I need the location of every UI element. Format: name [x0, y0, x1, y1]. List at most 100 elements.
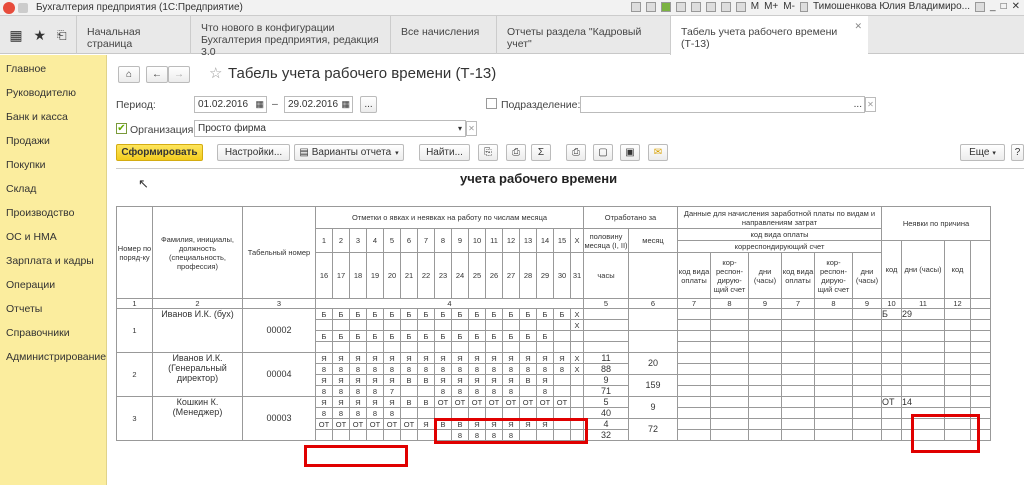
history-icon[interactable] — [690, 1, 701, 12]
payroll-cell — [748, 363, 782, 375]
favorites-icon[interactable] — [660, 1, 671, 12]
close-tab-icon[interactable]: ✕ — [854, 20, 862, 32]
sidebar-item-warehouse[interactable]: Склад — [6, 183, 36, 195]
sidebar-item-bank[interactable]: Банк и касса — [6, 111, 68, 123]
day-mark — [536, 341, 554, 353]
home-button[interactable]: ⌂ — [118, 66, 140, 83]
org-checkbox[interactable]: ✔ — [116, 123, 127, 134]
sidebar-item-assets[interactable]: ОС и НМА — [6, 231, 57, 243]
col-num: 5 — [583, 298, 629, 309]
print-icon[interactable] — [645, 1, 656, 12]
apps-grid-icon[interactable]: ▦ — [9, 27, 22, 44]
link-icon[interactable] — [675, 1, 686, 12]
sidebar-item-admin[interactable]: Администрирование — [6, 351, 106, 363]
payroll-cell — [852, 341, 882, 353]
day-mark — [570, 330, 584, 342]
payroll-cell — [710, 352, 749, 364]
save-icon[interactable]: ▣ — [620, 144, 640, 161]
day-mark: Б — [315, 308, 333, 320]
day-mark: X — [570, 308, 584, 320]
date-from-field[interactable]: 01.02.2016 ▦ — [194, 96, 267, 113]
more-icon[interactable]: ... — [854, 99, 862, 110]
payroll-cell — [852, 374, 882, 386]
settings-button[interactable]: Настройки... — [217, 144, 290, 161]
day-header: 17 — [332, 252, 350, 299]
sidebar-item-main[interactable]: Главное — [6, 63, 46, 75]
sidebar-item-payroll[interactable]: Зарплата и кадры — [6, 255, 94, 267]
sidebar-item-reports[interactable]: Отчеты — [6, 303, 42, 315]
sidebar-item-operations[interactable]: Операции — [6, 279, 55, 291]
day-mark — [468, 319, 486, 331]
clear-icon[interactable]: ✕ — [865, 97, 876, 112]
sidebar-item-directories[interactable]: Справочники — [6, 327, 70, 339]
tab-timesheet[interactable]: Табель учета рабочего времени (Т-13) ✕ — [670, 16, 868, 55]
memory-m-button[interactable]: M — [751, 1, 759, 12]
calculator-icon[interactable] — [720, 1, 731, 12]
print-icon[interactable]: ⎙ — [566, 144, 586, 161]
day-mark: 8 — [349, 385, 367, 397]
day-mark: ОТ — [315, 418, 333, 430]
close-button[interactable]: ✕ — [1012, 1, 1020, 12]
sidebar-item-production[interactable]: Производство — [6, 207, 74, 219]
memory-mplus-button[interactable]: M+ — [764, 1, 778, 12]
memory-mminus-button[interactable]: M- — [783, 1, 795, 12]
back-button[interactable]: ← — [146, 66, 168, 83]
day-mark — [519, 407, 537, 419]
sidebar-item-sales[interactable]: Продажи — [6, 135, 50, 147]
generate-button[interactable]: Сформировать — [116, 144, 203, 161]
absence-code — [881, 330, 902, 342]
variants-icon: ▤ — [299, 147, 309, 158]
maximize-button[interactable]: □ — [1001, 1, 1007, 12]
sidebar-item-purchases[interactable]: Покупки — [6, 159, 46, 171]
favorite-star-icon[interactable]: ☆ — [209, 64, 222, 82]
find-button[interactable]: Найти... — [419, 144, 470, 161]
more-button[interactable]: Еще ▾ — [960, 144, 1005, 161]
payroll-cell — [677, 330, 711, 342]
date-to-field[interactable]: 29.02.2016 ▦ — [284, 96, 353, 113]
day-mark: Б — [383, 308, 401, 320]
calendar-icon[interactable] — [705, 1, 716, 12]
tab-all-accruals[interactable]: Все начисления — [390, 16, 496, 54]
subdivision-field[interactable]: ... — [580, 96, 865, 113]
dropdown-icon[interactable]: ▾ — [458, 124, 462, 133]
minimize-button[interactable]: _ — [990, 1, 996, 12]
calendar-icon[interactable]: ▦ — [341, 99, 350, 110]
day-mark: Б — [400, 308, 418, 320]
period-label: Период: — [116, 99, 156, 111]
notes-icon[interactable] — [735, 1, 746, 12]
paste-icon[interactable]: ⎙ — [506, 144, 526, 161]
sum-icon[interactable]: Σ — [531, 144, 551, 161]
copy-icon[interactable]: ⎘ — [478, 144, 498, 161]
tab-home[interactable]: Начальная страница — [76, 16, 190, 54]
tab-hr-reports[interactable]: Отчеты раздела "Кадровый учет" — [496, 16, 670, 54]
sidebar-item-manager[interactable]: Руководителю — [6, 87, 76, 99]
user-name[interactable]: Тимошенкова Юлия Владимиро... — [813, 1, 970, 12]
day-mark: Я — [553, 352, 571, 364]
menu-icon[interactable] — [18, 2, 28, 13]
subdivision-checkbox[interactable] — [486, 98, 497, 109]
day-mark — [383, 341, 401, 353]
preview-icon[interactable]: ▢ — [593, 144, 613, 161]
star-icon[interactable]: ★ — [34, 27, 47, 44]
calendar-icon[interactable]: ▦ — [255, 99, 264, 110]
save-icon[interactable] — [630, 1, 641, 12]
subdivision-label: Подразделение: — [501, 99, 581, 111]
payroll-cell — [781, 418, 815, 430]
dropdown-icon: ▾ — [395, 149, 399, 157]
org-field[interactable]: Просто фирма ▾ — [194, 120, 466, 137]
history-icon[interactable]: ⎗ — [57, 28, 67, 43]
variants-button[interactable]: ▤ Варианты отчета ▾ — [294, 144, 404, 161]
day-header: 13 — [519, 228, 537, 253]
tab-whats-new[interactable]: Что нового в конфигурации Бухгалтерия пр… — [190, 16, 390, 58]
table-row: Номер по поряд-ку Фамилия, инициалы, долж… — [116, 206, 991, 299]
info-icon[interactable] — [975, 1, 985, 12]
help-button[interactable]: ? — [1011, 144, 1024, 161]
day-mark: Б — [349, 308, 367, 320]
day-mark: ОТ — [434, 396, 452, 408]
tab-bar: ▦ ★ ⎗ Начальная страница Что нового в ко… — [0, 16, 1024, 58]
mail-icon[interactable]: ✉ — [648, 144, 668, 161]
clear-icon[interactable]: ✕ — [466, 121, 477, 136]
forward-button[interactable]: → — [168, 66, 190, 83]
period-select-button[interactable]: ... — [360, 96, 377, 113]
day-mark: Б — [366, 308, 384, 320]
